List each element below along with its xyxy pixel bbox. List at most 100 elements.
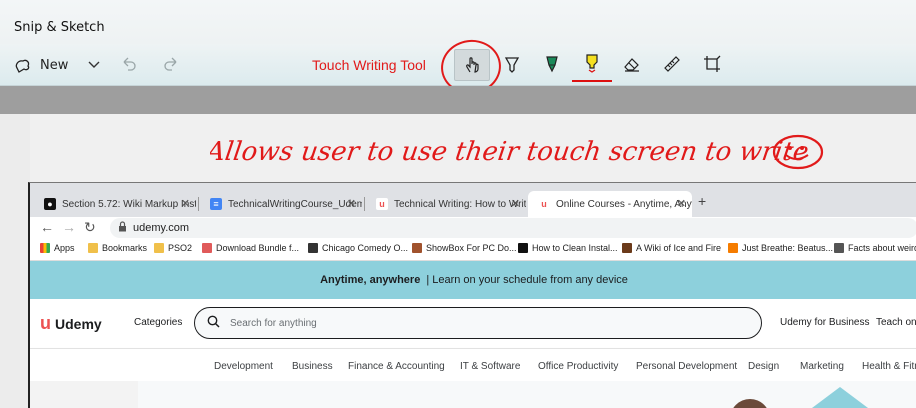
bookmark-item[interactable]: PSO2 [154,243,192,253]
category-link[interactable]: Personal Development [636,361,737,372]
bookmark-favicon [308,243,318,253]
bookmark-item[interactable]: ShowBox For PC Do... [412,243,517,253]
bookmark-item[interactable]: Download Bundle f... [202,243,299,253]
close-tab-icon[interactable]: ✕ [677,197,686,210]
forward-arrow-icon[interactable]: → [62,219,76,235]
udemy-icon: u [376,198,388,210]
handwritten-annotation: Allows user to use their touch screen to… [210,134,824,170]
search-placeholder: Search for anything [230,317,317,329]
bookmark-label: Chicago Comedy O... [322,243,409,253]
bookmark-favicon [412,243,422,253]
bookmark-label: How to Clean Instal... [532,243,618,253]
bookmark-item[interactable]: How to Clean Instal... [518,243,618,253]
close-tab-icon[interactable]: ✕ [347,197,356,210]
back-arrow-icon[interactable]: ← [40,219,54,235]
hero-decoration [800,387,880,408]
browser-tab-title: Technical Writing: How to Write S [394,198,526,210]
bookmarks-bar: Apps Bookmarks PSO2 Download Bundle f...… [30,239,916,261]
hero-left-panel [30,381,138,408]
new-snip-icon [14,56,32,74]
teach-link[interactable]: Teach on U [876,317,916,328]
browser-tab[interactable]: ≡ TechnicalWritingCourse_Udemy - ✕ [200,191,362,217]
pencil-button[interactable] [540,52,564,76]
undo-icon [120,55,138,73]
category-link[interactable]: Business [292,361,333,372]
bookmark-favicon [202,243,212,253]
github-icon: ● [44,198,56,210]
category-link[interactable]: Finance & Accounting [348,361,445,372]
new-button-label: New [40,57,69,73]
ruler-button[interactable] [660,52,684,76]
close-tab-icon[interactable]: ✕ [511,197,520,210]
touch-writing-annotation-label: Touch Writing Tool [312,57,426,73]
pencil-icon [543,55,561,73]
app-title: Snip & Sketch [14,20,105,35]
bookmark-label: Just Breathe: Beatus... [742,243,834,253]
banner-text: | Learn on your schedule from any device [426,274,628,286]
bookmark-item[interactable]: Facts about weird, fu [834,243,916,253]
category-link[interactable]: IT & Software [460,361,520,372]
new-options-button[interactable] [84,54,104,74]
bookmark-item[interactable]: Chicago Comedy O... [308,243,408,253]
folder-icon [88,243,98,253]
lock-icon [118,221,127,235]
redo-button[interactable] [160,53,182,75]
canvas-left-margin [0,114,30,408]
browser-tab-title: TechnicalWritingCourse_Udemy - [228,198,362,210]
category-nav: Development Business Finance & Accountin… [30,349,916,381]
category-link[interactable]: Design [748,361,779,372]
apps-grid-icon [40,243,50,253]
category-link[interactable]: Development [214,361,273,372]
search-input[interactable]: Search for anything [194,307,762,339]
bookmark-item[interactable]: Just Breathe: Beatus... [728,243,833,253]
bookmark-item[interactable]: A Wiki of Ice and Fire [622,243,721,253]
bookmark-favicon [834,243,844,253]
ballpoint-pen-button[interactable] [500,52,524,76]
new-button[interactable]: New [14,53,68,77]
browser-tab-title: Section 5.72: Wiki Markup Instru [62,198,196,210]
bookmark-label: A Wiki of Ice and Fire [636,243,722,253]
browser-screenshot: ● Section 5.72: Wiki Markup Instru ✕ ≡ T… [28,182,916,408]
categories-menu[interactable]: Categories [134,317,182,328]
chevron-down-icon [87,57,101,71]
google-docs-icon: ≡ [210,198,222,210]
close-tab-icon[interactable]: ✕ [181,197,190,210]
bookmark-label: PSO2 [168,243,193,253]
bookmark-label: Bookmarks [102,243,148,253]
eraser-button[interactable] [620,52,644,76]
category-link[interactable]: Health & Fitn [862,361,916,372]
category-link[interactable]: Marketing [800,361,844,372]
handwritten-annotation-text: Allows user to use their touch screen to… [210,137,811,167]
crop-button[interactable] [700,52,724,76]
bookmark-item[interactable]: Bookmarks [88,243,147,253]
browser-addressbar: ← → ↻ udemy.com [30,217,916,239]
url-field[interactable]: udemy.com [110,218,916,238]
banner-headline: Anytime, anywhere [320,274,421,286]
browser-tab[interactable]: u Technical Writing: How to Write S ✕ [366,191,526,217]
promo-banner: Anytime, anywhere | Learn on your schedu… [30,261,916,299]
undo-button[interactable] [118,53,140,75]
bookmark-label: ShowBox For PC Do... [426,243,517,253]
browser-tab-active[interactable]: u Online Courses - Anytime, Anyw ✕ [528,191,692,217]
tab-separator [364,197,365,211]
hero-image [730,399,770,408]
udemy-logo-text: Udemy [55,315,102,332]
ballpoint-pen-icon [503,55,521,73]
hero-section [30,381,916,408]
bookmark-item[interactable]: Apps [40,243,75,253]
udemy-for-business-link[interactable]: Udemy for Business [780,317,869,328]
highlighter-icon [583,53,601,73]
browser-tab[interactable]: ● Section 5.72: Wiki Markup Instru ✕ [34,191,196,217]
crop-icon [703,55,721,73]
category-link[interactable]: Office Productivity [538,361,618,372]
highlighter-button[interactable] [580,50,604,76]
app-titlebar: Snip & Sketch [0,0,916,44]
eraser-icon [623,55,641,73]
new-tab-icon[interactable]: + [698,193,706,209]
browser-tabstrip: ● Section 5.72: Wiki Markup Instru ✕ ≡ T… [30,183,916,217]
folder-icon [154,243,164,253]
blogger-icon [728,243,738,253]
udemy-header: u Udemy Categories Search for anything U… [30,299,916,349]
udemy-logo[interactable]: u Udemy [40,313,102,334]
reload-icon[interactable]: ↻ [84,219,96,236]
